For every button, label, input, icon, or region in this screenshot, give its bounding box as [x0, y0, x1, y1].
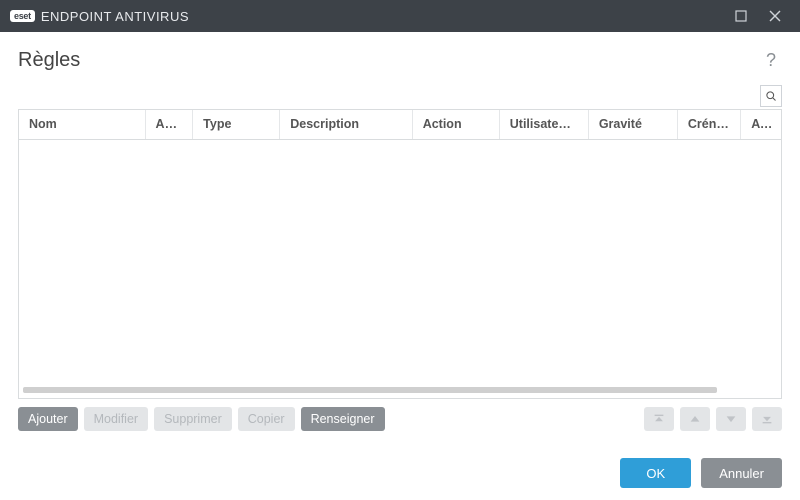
col-active[interactable]: Activé [146, 110, 194, 139]
maximize-icon [735, 10, 747, 22]
move-up-button [680, 407, 710, 431]
col-utilisateurs[interactable]: Utilisateurs [500, 110, 589, 139]
titlebar: eset ENDPOINT ANTIVIRUS [0, 0, 800, 32]
move-down-button [716, 407, 746, 431]
chevron-down-icon [724, 412, 738, 426]
help-icon: ? [766, 50, 776, 70]
cancel-button[interactable]: Annuler [701, 458, 782, 488]
chevron-up-icon [688, 412, 702, 426]
edit-button: Modifier [84, 407, 148, 431]
move-top-button [644, 407, 674, 431]
col-action[interactable]: Action [413, 110, 500, 139]
rules-table: Nom Activé Type Description Action Utili… [18, 109, 782, 399]
populate-button[interactable]: Renseigner [301, 407, 385, 431]
chevron-top-icon [652, 412, 666, 426]
col-avertir[interactable]: Aver [741, 110, 781, 139]
chevron-bottom-icon [760, 412, 774, 426]
page-title: Règles [18, 49, 80, 72]
ok-button[interactable]: OK [620, 458, 691, 488]
delete-button: Supprimer [154, 407, 232, 431]
window-close-button[interactable] [758, 0, 792, 32]
brand-badge: eset [10, 10, 35, 22]
move-bottom-button [752, 407, 782, 431]
col-creneau[interactable]: Crénea... [678, 110, 741, 139]
dialog-footer: OK Annuler [0, 446, 800, 500]
col-gravite[interactable]: Gravité [589, 110, 678, 139]
col-description[interactable]: Description [280, 110, 412, 139]
help-button[interactable]: ? [760, 46, 782, 75]
search-button[interactable] [760, 85, 782, 107]
col-type[interactable]: Type [193, 110, 280, 139]
window-maximize-button[interactable] [724, 0, 758, 32]
table-header-row: Nom Activé Type Description Action Utili… [19, 110, 781, 140]
table-actions: Ajouter Modifier Supprimer Copier Rensei… [0, 399, 800, 431]
horizontal-scrollbar[interactable] [19, 386, 781, 398]
col-nom[interactable]: Nom [19, 110, 146, 139]
add-button[interactable]: Ajouter [18, 407, 78, 431]
page-header: Règles ? [0, 32, 800, 85]
copy-button: Copier [238, 407, 295, 431]
table-body-empty [19, 140, 781, 386]
search-icon [765, 90, 777, 102]
close-icon [769, 10, 781, 22]
brand-text: ENDPOINT ANTIVIRUS [41, 9, 189, 24]
